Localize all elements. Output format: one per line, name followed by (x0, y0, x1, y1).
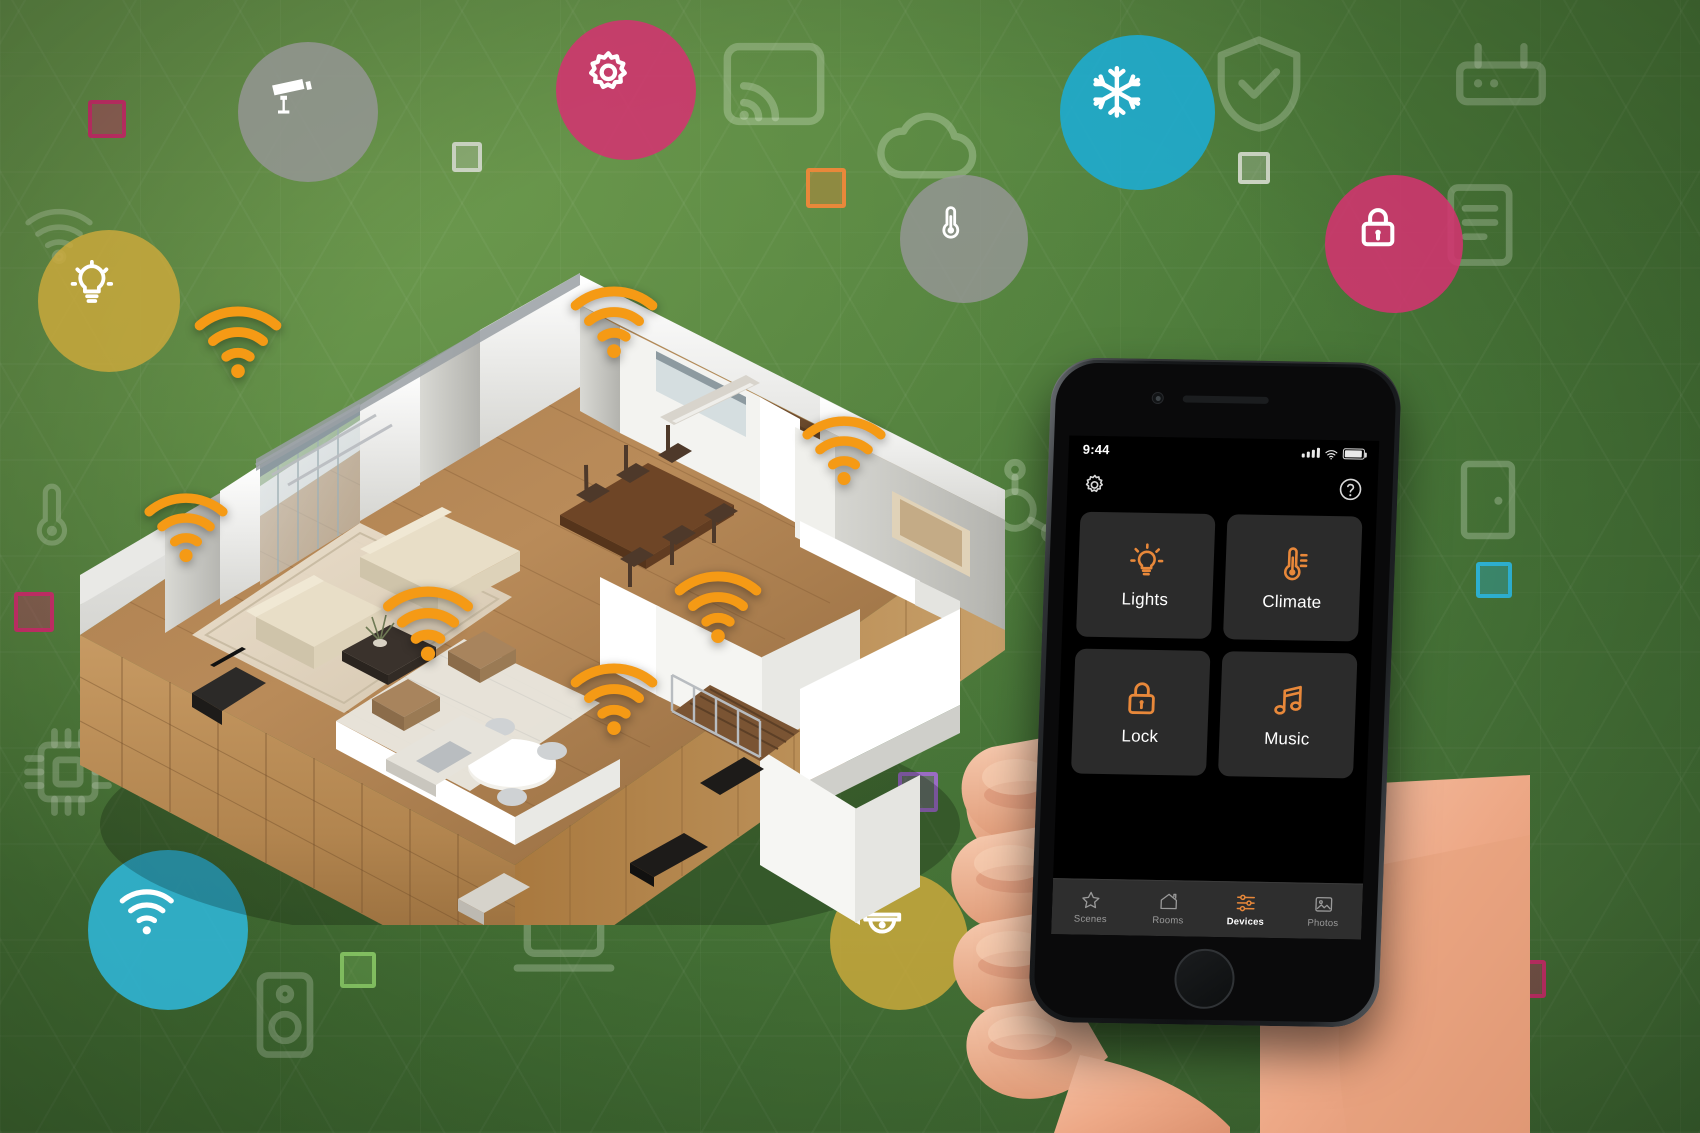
tab-scenes[interactable]: Scenes (1051, 879, 1131, 935)
tab-photos[interactable]: Photos (1284, 883, 1364, 939)
screen-spacer (1053, 773, 1367, 883)
tile-label: Climate (1262, 591, 1322, 612)
lock-badge (1325, 175, 1463, 313)
earpiece-speaker (1182, 395, 1269, 404)
security-camera-badge (238, 42, 378, 182)
tab-label: Rooms (1152, 914, 1184, 927)
tile-lights[interactable]: Lights (1075, 511, 1216, 639)
cctv-camera-icon (267, 71, 348, 152)
wifi-marker-stairs (672, 570, 764, 646)
tab-rooms[interactable]: Rooms (1129, 881, 1209, 937)
star-icon (1080, 890, 1102, 911)
padlock-icon (1356, 203, 1432, 286)
tile-music[interactable]: Music (1217, 651, 1358, 779)
tab-label: Devices (1226, 916, 1265, 928)
sliders-icon (1235, 892, 1257, 913)
snowflake-badge (1060, 35, 1215, 190)
phone-body: 9:44 Lights Climate Lock Music Scenes Ro… (1027, 357, 1403, 1028)
wifi-marker-bedroom (800, 415, 888, 488)
gear-icon[interactable] (1081, 472, 1108, 498)
music-note-icon (1268, 680, 1309, 721)
wifi-marker-tv-wall (142, 492, 230, 565)
bottom-tab-bar: Scenes Rooms Devices Photos (1051, 878, 1364, 940)
smartphone: 9:44 Lights Climate Lock Music Scenes Ro… (1027, 357, 1403, 1028)
help-circle-icon[interactable] (1337, 476, 1364, 502)
photo-icon (1313, 894, 1335, 915)
thermometer-icon (1273, 543, 1314, 584)
wifi-marker-dining (568, 285, 660, 361)
wifi-marker-kitchen (380, 585, 476, 664)
battery-icon (1342, 447, 1366, 460)
wifi-marker-living-room (192, 305, 284, 381)
tile-label: Music (1263, 728, 1310, 749)
tile-label: Lights (1121, 589, 1169, 610)
cellular-signal-icon (1301, 447, 1321, 458)
lightbulb-icon (1126, 540, 1167, 581)
wifi-icon (1325, 448, 1338, 460)
snowflake-icon (1089, 64, 1185, 160)
gear-icon (584, 48, 668, 132)
tile-climate[interactable]: Climate (1222, 514, 1363, 642)
status-time: 9:44 (1082, 441, 1110, 457)
padlock-icon (1121, 677, 1162, 718)
tab-label: Photos (1307, 917, 1339, 930)
tile-label: Lock (1121, 726, 1159, 747)
settings-badge (556, 20, 696, 160)
status-indicators (1301, 447, 1366, 460)
tile-lock[interactable]: Lock (1070, 648, 1211, 776)
phone-screen: 9:44 Lights Climate Lock Music Scenes Ro… (1051, 435, 1380, 940)
app-header (1067, 461, 1379, 512)
home-icon (1158, 891, 1180, 912)
device-tile-grid: Lights Climate Lock Music (1057, 507, 1377, 779)
tab-label: Scenes (1073, 913, 1107, 926)
wifi-marker-hallway (568, 662, 660, 738)
tab-devices[interactable]: Devices (1206, 882, 1286, 938)
